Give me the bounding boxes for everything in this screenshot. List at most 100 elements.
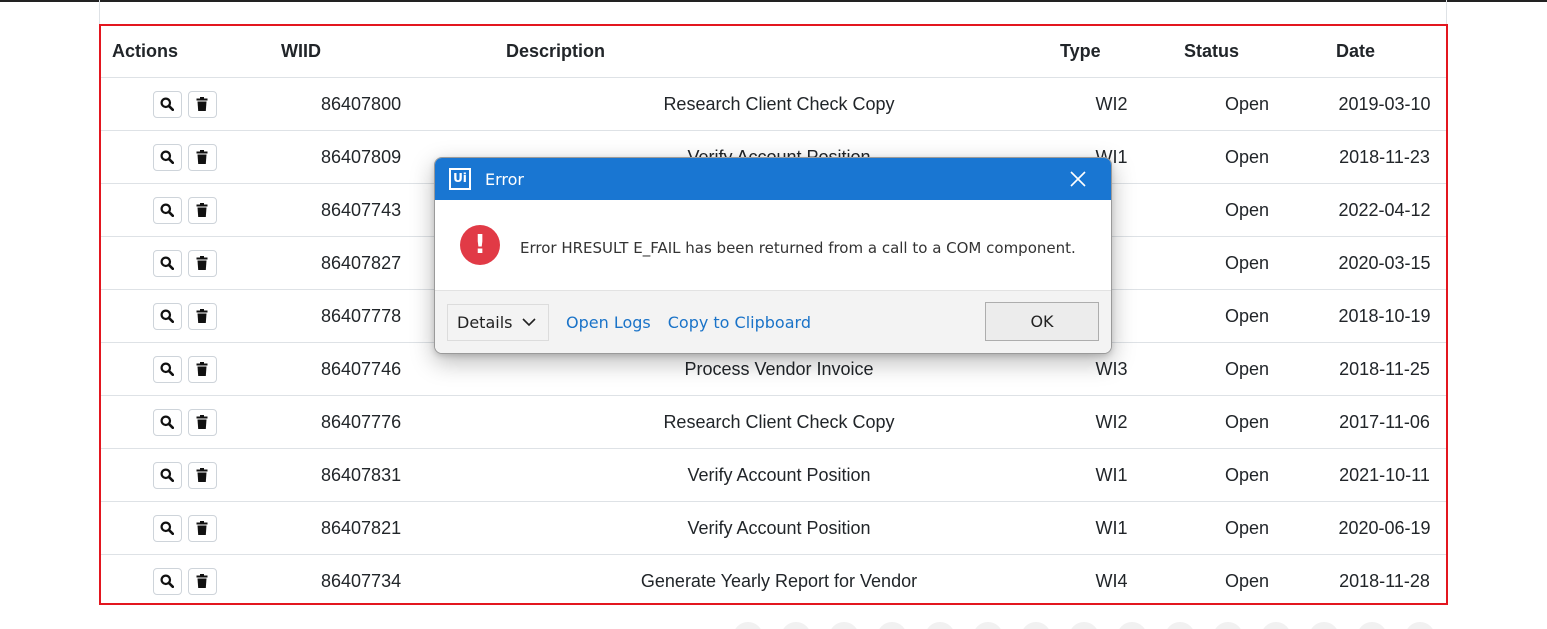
cell-wiid: 86407831 [270,448,506,502]
action-buttons [99,249,270,277]
delete-button[interactable] [187,143,217,171]
faint-pagination [733,622,1435,629]
delete-button[interactable] [187,302,217,330]
page-dot [781,622,811,629]
row-actions [99,289,270,343]
view-button[interactable] [152,249,182,277]
cell-description: Research Client Check Copy [506,395,1052,449]
cell-status: Open [1171,130,1323,184]
trash-icon [196,415,208,429]
trash-icon [196,203,208,217]
delete-button[interactable] [187,461,217,489]
cell-status: Open [1171,289,1323,343]
trash-icon [196,574,208,588]
details-button[interactable]: Details [447,303,549,341]
action-buttons [99,355,270,383]
view-button[interactable] [152,408,182,436]
trash-icon [196,362,208,376]
header-wiid: WIID [270,26,506,78]
action-buttons [99,408,270,436]
row-actions [101,183,270,237]
uipath-logo-icon: Ui [449,168,471,190]
delete-button[interactable] [187,90,217,118]
cell-date: 2018-10-19 [1323,289,1446,343]
ok-button[interactable]: OK [985,302,1099,341]
row-actions [99,554,270,607]
delete-button[interactable] [187,249,217,277]
cell-date: 2018-11-28 [1323,554,1446,607]
row-actions [101,501,270,555]
table-row: 86407800 Research Client Check Copy WI2 Ope… [101,78,1446,131]
trash-icon [196,521,208,535]
cell-status: Open [1171,342,1323,396]
dialog-title: Error [485,169,524,189]
search-icon [160,415,174,429]
row-actions [99,448,270,502]
action-buttons [99,567,270,595]
cell-date: 2017-11-06 [1323,395,1446,449]
view-button[interactable] [152,567,182,595]
page-dot [829,622,859,629]
cell-description: Verify Account Position [506,501,1052,555]
page-dot [1165,622,1195,629]
delete-button[interactable] [187,355,217,383]
cell-date: 2018-11-25 [1323,342,1446,396]
cell-status: Open [1224,93,1270,114]
dialog-title-bar[interactable]: Ui Error [435,158,1111,200]
trash-icon [196,150,208,164]
action-buttons [99,302,270,330]
header-description: Description [506,26,1052,78]
page-dot [1405,622,1435,629]
trash-icon [196,468,208,482]
view-button[interactable] [152,302,182,330]
page-dot [973,622,1003,629]
cell-wiid: 86407800 [321,93,402,114]
cell-description: Generate Yearly Report for Vendor [506,554,1052,607]
cell-type: WI4 [1052,554,1171,607]
error-dialog: Ui Error ! Error HRESULT E_FAIL has been… [434,157,1112,354]
open-logs-link[interactable]: Open Logs [566,313,651,332]
cell-type: WI2 [1052,395,1171,449]
search-icon [160,150,174,164]
search-icon [160,521,174,535]
cell-type: WI1 [1052,448,1171,502]
page-dot [925,622,955,629]
close-icon[interactable] [1067,168,1089,190]
search-icon [160,97,174,111]
cell-description: Research Client Check Copy [663,93,895,114]
page-dot [1021,622,1051,629]
view-button[interactable] [152,90,182,118]
table-row: 86407831 Verify Account Position WI1 Open 20… [99,448,1446,502]
view-button[interactable] [152,461,182,489]
header-actions: Actions [101,26,270,78]
view-button[interactable] [152,514,182,542]
copy-to-clipboard-link[interactable]: Copy to Clipboard [668,313,811,332]
header-status: Status [1171,26,1323,78]
table-header-row: Actions WIID Description Type Status Dat… [101,26,1446,78]
search-icon [160,309,174,323]
error-message: Error HRESULT E_FAIL has been returned f… [520,239,1076,257]
action-buttons [99,461,270,489]
delete-button[interactable] [187,514,217,542]
view-button[interactable] [152,355,182,383]
trash-icon [196,309,208,323]
cell-status: Open [1171,236,1323,290]
page-dot [1357,622,1387,629]
delete-button[interactable] [187,408,217,436]
cell-date: 2019-03-10 [1338,93,1431,114]
search-icon [160,256,174,270]
table-row: 86407821 Verify Account Position WI1 Open 20… [101,501,1446,555]
row-actions [99,236,270,290]
cell-date: 2018-11-23 [1323,130,1446,184]
row-actions [99,395,270,449]
page-dot [1309,622,1339,629]
delete-button[interactable] [187,567,217,595]
cell-type: WI2 [1095,93,1128,114]
cell-status: Open [1171,554,1323,607]
view-button[interactable] [152,143,182,171]
details-label: Details [457,312,513,332]
cell-wiid: 86407776 [270,395,506,449]
delete-button[interactable] [187,196,217,224]
view-button[interactable] [152,196,182,224]
frame-line-left [99,0,100,26]
